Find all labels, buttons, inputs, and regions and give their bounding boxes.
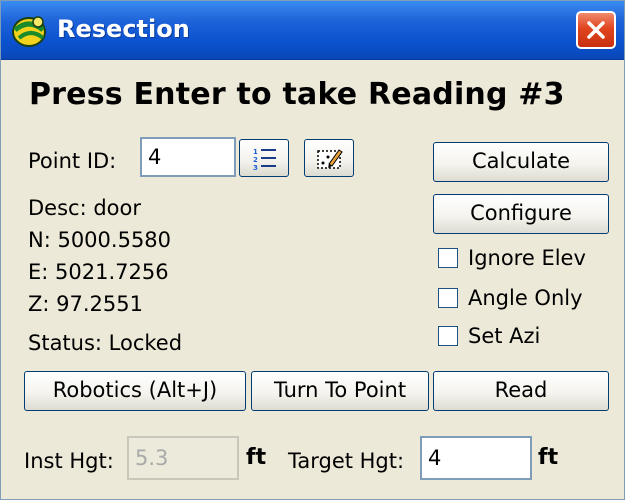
list-icon: 1 2 3 (253, 148, 276, 172)
robotics-button[interactable]: Robotics (Alt+J) (24, 371, 246, 411)
set-azi-label: Set Azi (468, 324, 541, 348)
svg-text:3: 3 (253, 164, 258, 172)
point-list-button[interactable]: 1 2 3 (239, 139, 289, 177)
map-select-button[interactable] (304, 139, 354, 177)
ignore-elev-checkbox[interactable] (438, 248, 458, 268)
angle-only-label: Angle Only (468, 286, 583, 310)
resection-dialog: Resection Press Enter to take Reading #3… (0, 0, 625, 500)
title-bar[interactable]: Resection (1, 1, 624, 60)
description-text: Desc: door (28, 196, 141, 220)
status-text: Status: Locked (28, 331, 183, 355)
app-logo-icon (12, 16, 46, 47)
easting-text: E: 5021.7256 (28, 260, 169, 284)
point-id-input[interactable] (140, 137, 236, 177)
point-id-label: Point ID: (28, 149, 117, 173)
northing-text: N: 5000.5580 (28, 228, 172, 252)
close-icon (587, 21, 605, 39)
set-azi-checkbox[interactable] (438, 326, 458, 346)
configure-button[interactable]: Configure (433, 194, 609, 234)
map-select-icon (317, 149, 343, 169)
turn-to-point-button[interactable]: Turn To Point (251, 371, 429, 411)
reading-prompt: Press Enter to take Reading #3 (29, 77, 565, 112)
svg-text:2: 2 (253, 156, 258, 164)
inst-hgt-unit: ft (246, 445, 267, 470)
calculate-button[interactable]: Calculate (433, 142, 609, 182)
inst-hgt-input (127, 436, 239, 480)
target-hgt-input[interactable] (420, 436, 532, 480)
read-button[interactable]: Read (433, 371, 609, 411)
target-hgt-unit: ft (538, 445, 559, 470)
elevation-text: Z: 97.2551 (28, 292, 143, 316)
target-hgt-label: Target Hgt: (288, 449, 405, 473)
inst-hgt-label: Inst Hgt: (24, 449, 114, 473)
svg-text:1: 1 (253, 148, 258, 156)
close-button[interactable] (576, 11, 616, 49)
ignore-elev-label: Ignore Elev (468, 246, 586, 270)
angle-only-checkbox[interactable] (438, 288, 458, 308)
window-title: Resection (57, 15, 190, 43)
